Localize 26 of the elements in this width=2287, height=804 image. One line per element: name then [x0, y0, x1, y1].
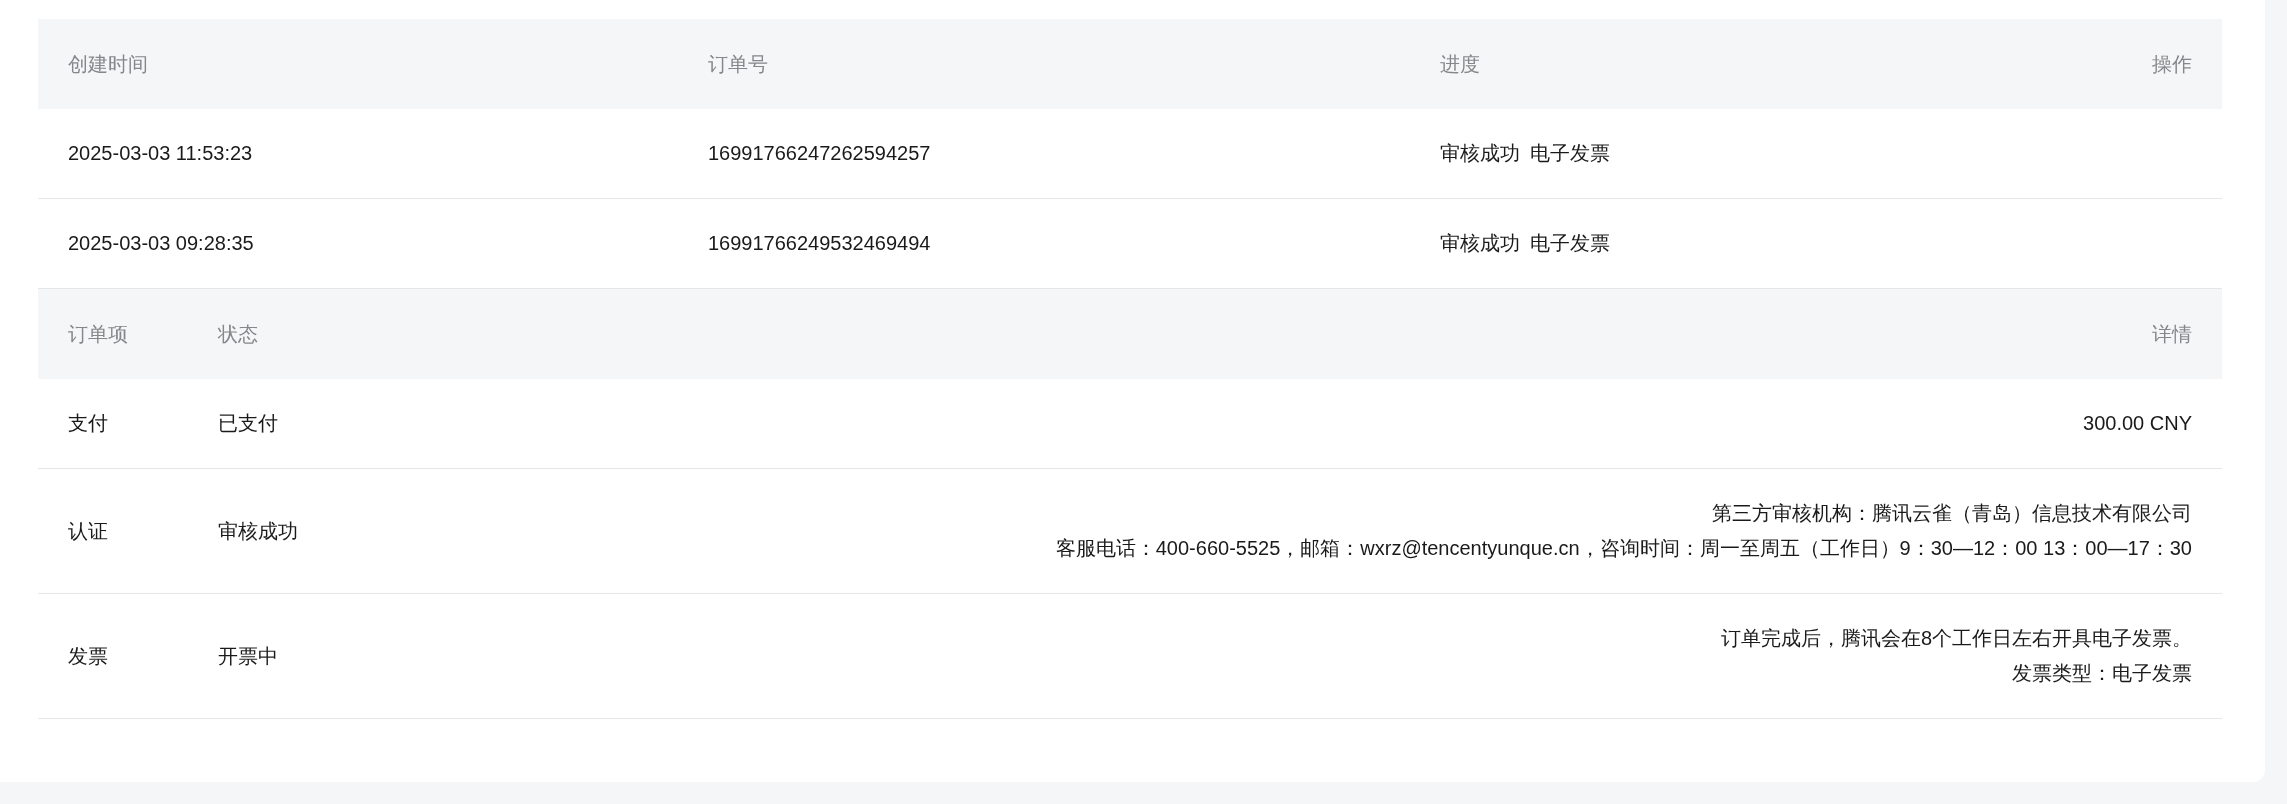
column-header: 订单号: [707, 51, 769, 77]
column-header: 操作: [2152, 51, 2193, 77]
progress-text: 电子发票: [1530, 231, 1610, 256]
table-cell-text: 发票: [67, 643, 109, 669]
detail-text: 订单完成后，腾讯会在8个工作日左右开具电子发票。: [1720, 626, 2192, 651]
column-header: 进度: [1439, 51, 1481, 77]
progress-text: 审核成功: [1440, 141, 1520, 166]
detail-text: 300.00 CNY: [2083, 412, 2192, 435]
detail-text: 客服电话：400-660-5525，邮箱：wxrz@tencentyunque.cn，咨询时间：周一至周五（工作日）9：30—12：00 13：00—17：30: [1055, 536, 2192, 561]
table-cell-text: 审核成功: [217, 518, 299, 544]
table-cell-text: 2025-03-03 11:53:23: [67, 142, 254, 165]
table-cell-text: 已支付: [217, 411, 279, 436]
column-header: 创建时间: [67, 51, 149, 77]
table-cell-text: 16991766247262594257: [707, 142, 932, 165]
progress-text: 审核成功: [1440, 231, 1520, 256]
column-header: 订单项: [67, 321, 129, 347]
table-cell-text: 开票中: [217, 643, 279, 669]
table-cell-text: 支付: [67, 411, 109, 436]
column-header: 状态: [217, 321, 259, 347]
column-header: 详情: [2152, 321, 2193, 347]
table-cell-text: 认证: [67, 518, 109, 544]
detail-text: 第三方审核机构：腾讯云雀（青岛）信息技术有限公司: [1712, 501, 2192, 526]
progress-text: 电子发票: [1530, 141, 1610, 166]
table-cell-text: 2025-03-03 09:28:35: [67, 232, 255, 255]
detail-text: 发票类型：电子发票: [2012, 661, 2192, 686]
table-cell-text: 16991766249532469494: [707, 232, 932, 255]
